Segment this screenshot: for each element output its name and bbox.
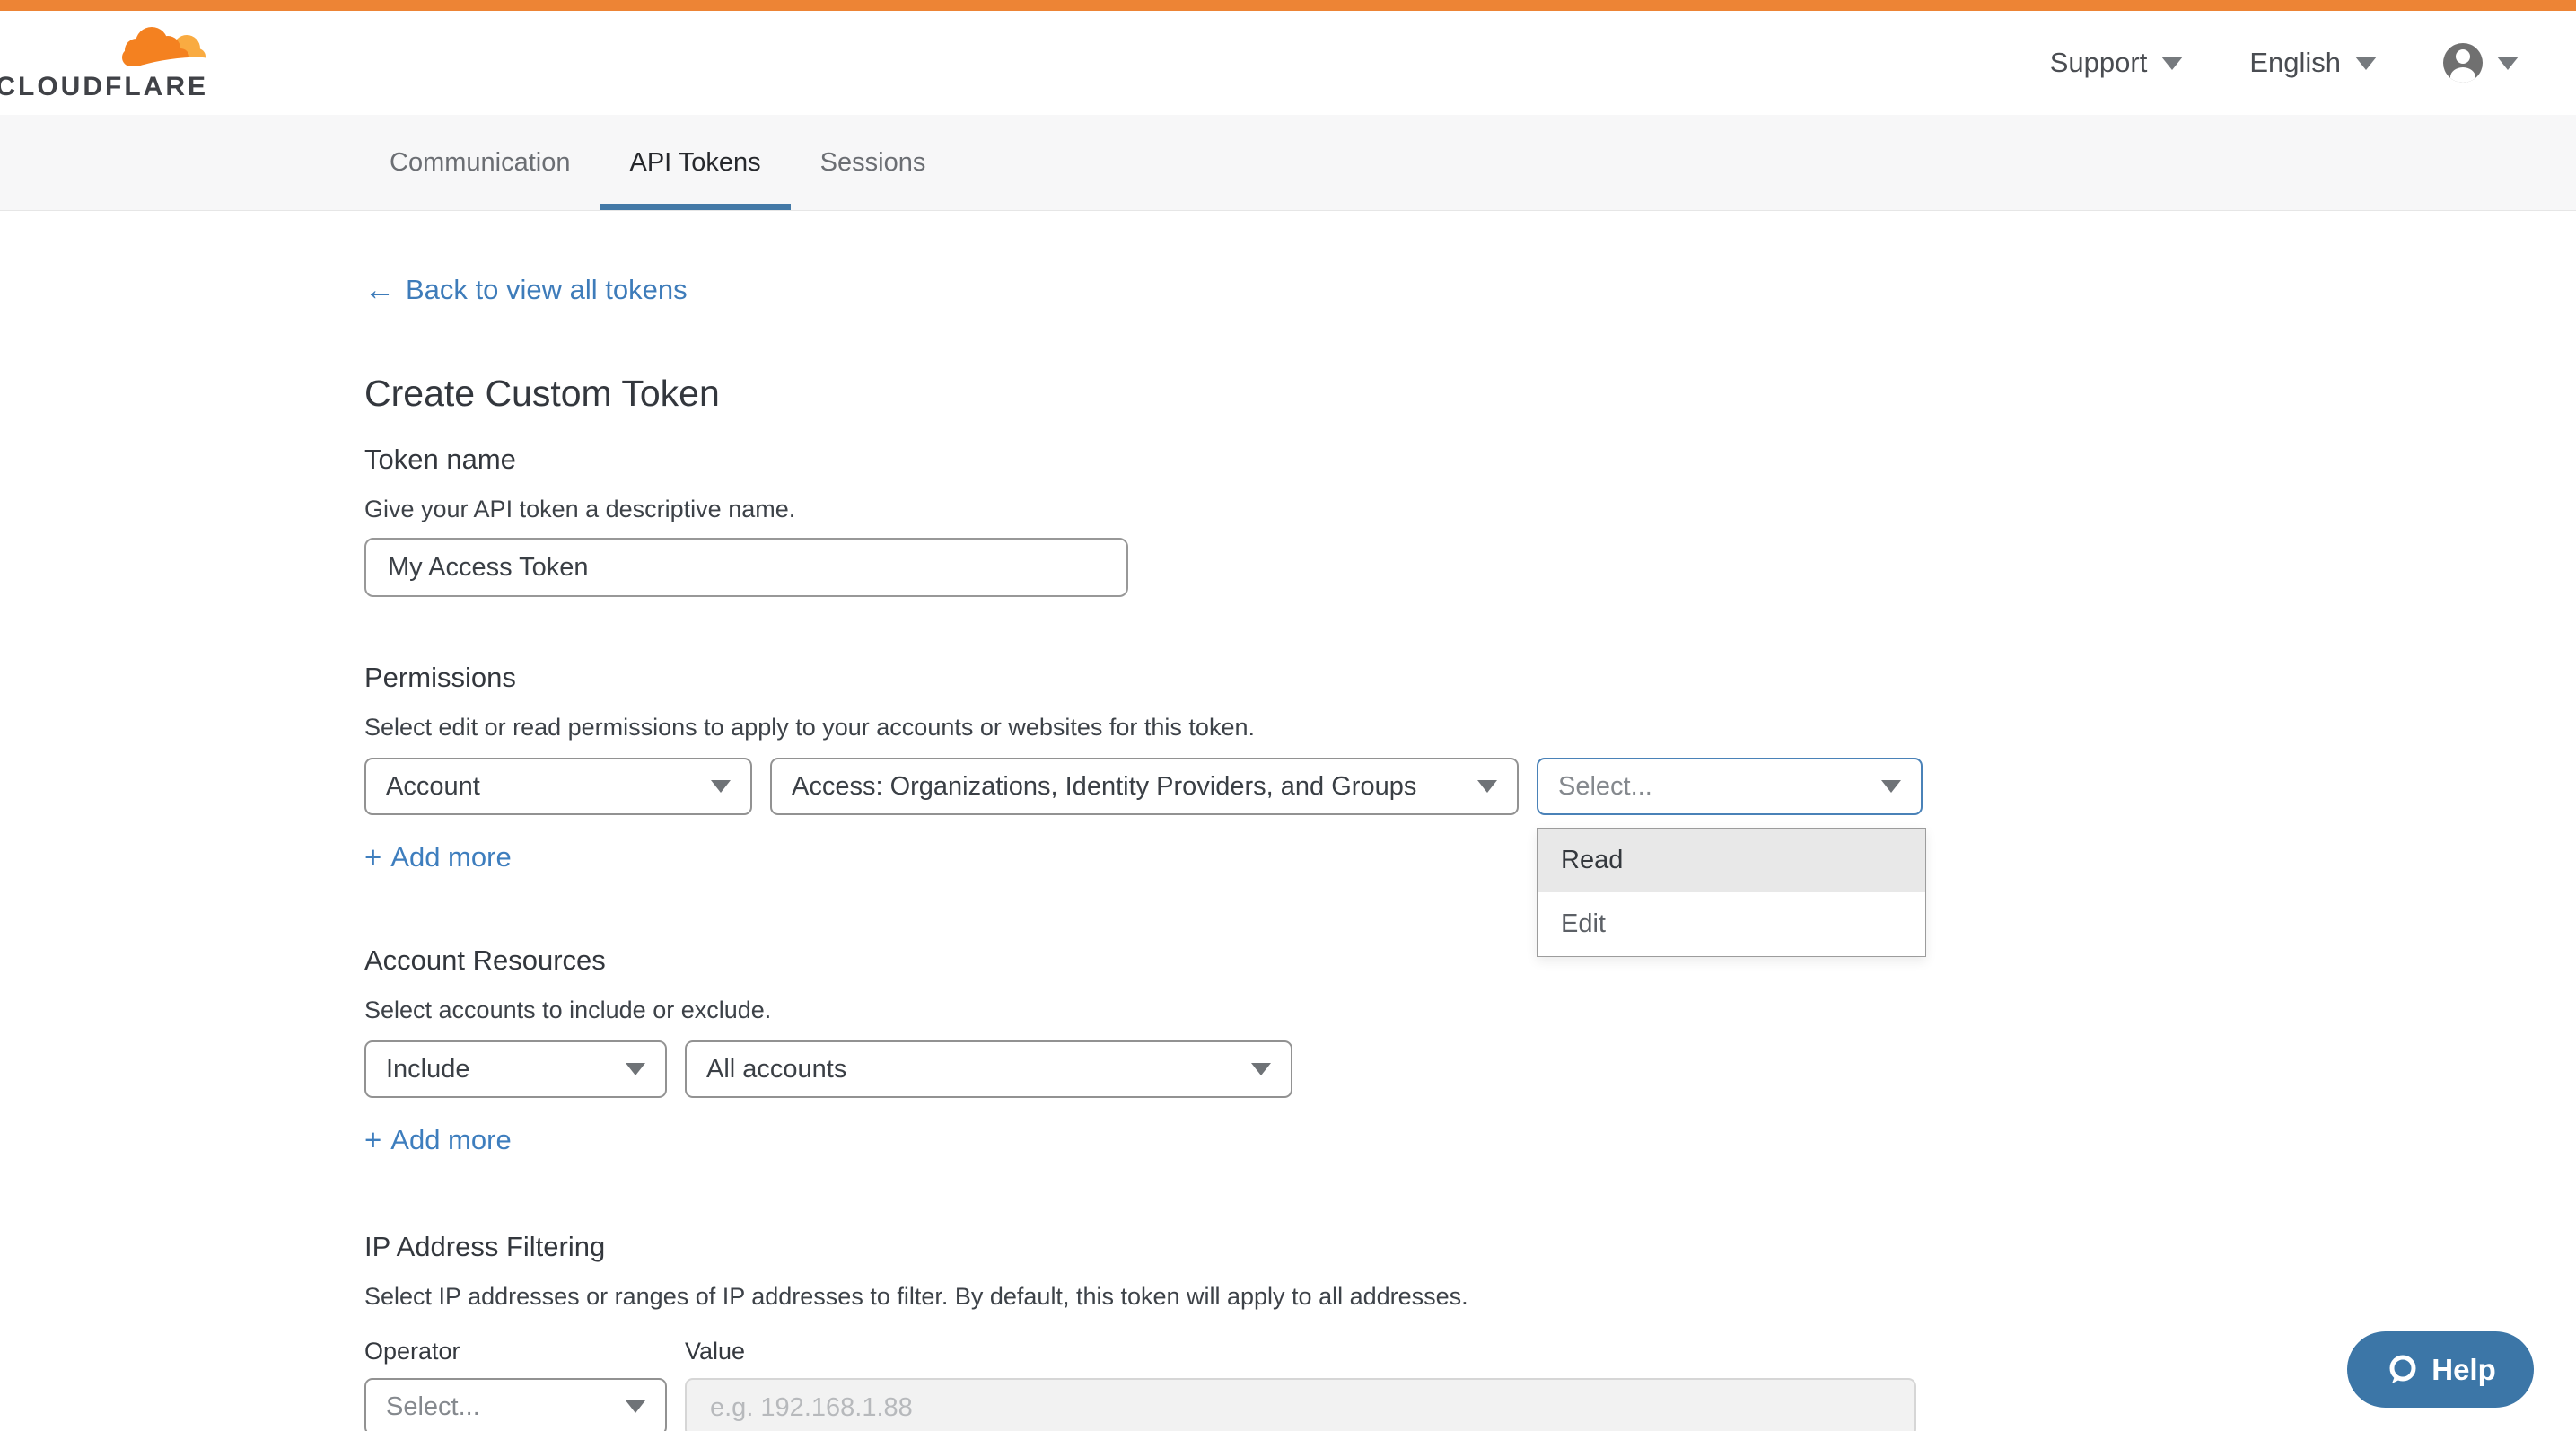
- permission-scope-select[interactable]: Account: [364, 758, 752, 815]
- menu-option-read[interactable]: Read: [1538, 829, 1925, 892]
- account-mode-select[interactable]: Include: [364, 1040, 667, 1098]
- chevron-down-icon: [1881, 780, 1901, 793]
- back-link[interactable]: ← Back to view all tokens: [364, 274, 688, 306]
- tab-api-tokens[interactable]: API Tokens: [600, 115, 790, 210]
- account-mode-value: Include: [386, 1055, 470, 1084]
- chevron-down-icon: [2355, 57, 2377, 70]
- ip-filtering-row: Select...: [364, 1378, 2576, 1431]
- permissions-row: Account Access: Organizations, Identity …: [364, 758, 2576, 815]
- token-name-input[interactable]: [364, 538, 1128, 597]
- header-menus: Support English: [2050, 43, 2519, 83]
- plus-icon: +: [364, 840, 381, 874]
- chevron-down-icon: [626, 1400, 645, 1413]
- permission-resource-value: Access: Organizations, Identity Provider…: [792, 772, 1416, 802]
- chat-bubble-icon: [2385, 1353, 2419, 1387]
- token-name-heading: Token name: [364, 443, 2576, 476]
- permission-scope-value: Account: [386, 772, 480, 802]
- permission-level-select[interactable]: Select... Read Edit: [1537, 758, 1923, 815]
- tab-bar: Communication API Tokens Sessions: [0, 115, 2576, 211]
- value-label: Value: [685, 1338, 745, 1365]
- support-menu-label: Support: [2050, 47, 2148, 79]
- chevron-down-icon: [2161, 57, 2183, 70]
- language-menu-label: English: [2249, 47, 2341, 79]
- cloudflare-logo: CLOUDFLARE: [27, 24, 208, 101]
- operator-label: Operator: [364, 1338, 685, 1365]
- plus-icon: +: [364, 1123, 381, 1157]
- chevron-down-icon: [2497, 57, 2519, 70]
- cloudflare-wordmark: CLOUDFLARE: [0, 73, 208, 101]
- cloudflare-cloud-icon: [113, 24, 208, 73]
- header: CLOUDFLARE Support English: [0, 11, 2576, 115]
- add-more-permission-label: Add more: [390, 841, 511, 874]
- add-more-permission-link[interactable]: + Add more: [364, 840, 512, 874]
- account-scope-value: All accounts: [706, 1055, 846, 1084]
- ip-operator-placeholder: Select...: [386, 1392, 480, 1422]
- tab-sessions[interactable]: Sessions: [791, 115, 956, 210]
- permission-resource-select[interactable]: Access: Organizations, Identity Provider…: [770, 758, 1519, 815]
- permission-level-menu: Read Edit: [1537, 828, 1926, 957]
- brand-accent-bar: [0, 0, 2576, 11]
- menu-option-edit[interactable]: Edit: [1538, 892, 1925, 956]
- account-resources-row: Include All accounts: [364, 1040, 2576, 1098]
- avatar: [2443, 43, 2483, 83]
- chevron-down-icon: [1251, 1063, 1271, 1075]
- add-more-account-label: Add more: [390, 1124, 511, 1156]
- page-title: Create Custom Token: [364, 373, 2576, 415]
- support-menu[interactable]: Support: [2050, 47, 2184, 79]
- permissions-description: Select edit or read permissions to apply…: [364, 714, 2576, 742]
- account-resources-heading: Account Resources: [364, 944, 2576, 977]
- back-link-label: Back to view all tokens: [406, 274, 688, 306]
- ip-value-input[interactable]: [685, 1378, 1916, 1431]
- tab-communication[interactable]: Communication: [360, 115, 600, 210]
- chevron-down-icon: [626, 1063, 645, 1075]
- chevron-down-icon: [711, 780, 731, 793]
- help-button[interactable]: Help: [2347, 1331, 2534, 1408]
- account-menu[interactable]: [2443, 43, 2519, 83]
- permissions-heading: Permissions: [364, 662, 2576, 694]
- left-arrow-icon: ←: [364, 277, 395, 304]
- chevron-down-icon: [1477, 780, 1497, 793]
- ip-filtering-labels: Operator Value: [364, 1338, 2576, 1365]
- ip-filtering-heading: IP Address Filtering: [364, 1231, 2576, 1263]
- main-content: ← Back to view all tokens Create Custom …: [0, 211, 2576, 1431]
- ip-operator-select[interactable]: Select...: [364, 1378, 667, 1431]
- help-button-label: Help: [2431, 1353, 2496, 1387]
- permission-level-placeholder: Select...: [1558, 772, 1652, 802]
- ip-filtering-description: Select IP addresses or ranges of IP addr…: [364, 1283, 2576, 1311]
- token-name-description: Give your API token a descriptive name.: [364, 496, 2576, 523]
- language-menu[interactable]: English: [2249, 47, 2377, 79]
- add-more-account-link[interactable]: + Add more: [364, 1123, 512, 1157]
- account-scope-select[interactable]: All accounts: [685, 1040, 1292, 1098]
- account-resources-description: Select accounts to include or exclude.: [364, 996, 2576, 1024]
